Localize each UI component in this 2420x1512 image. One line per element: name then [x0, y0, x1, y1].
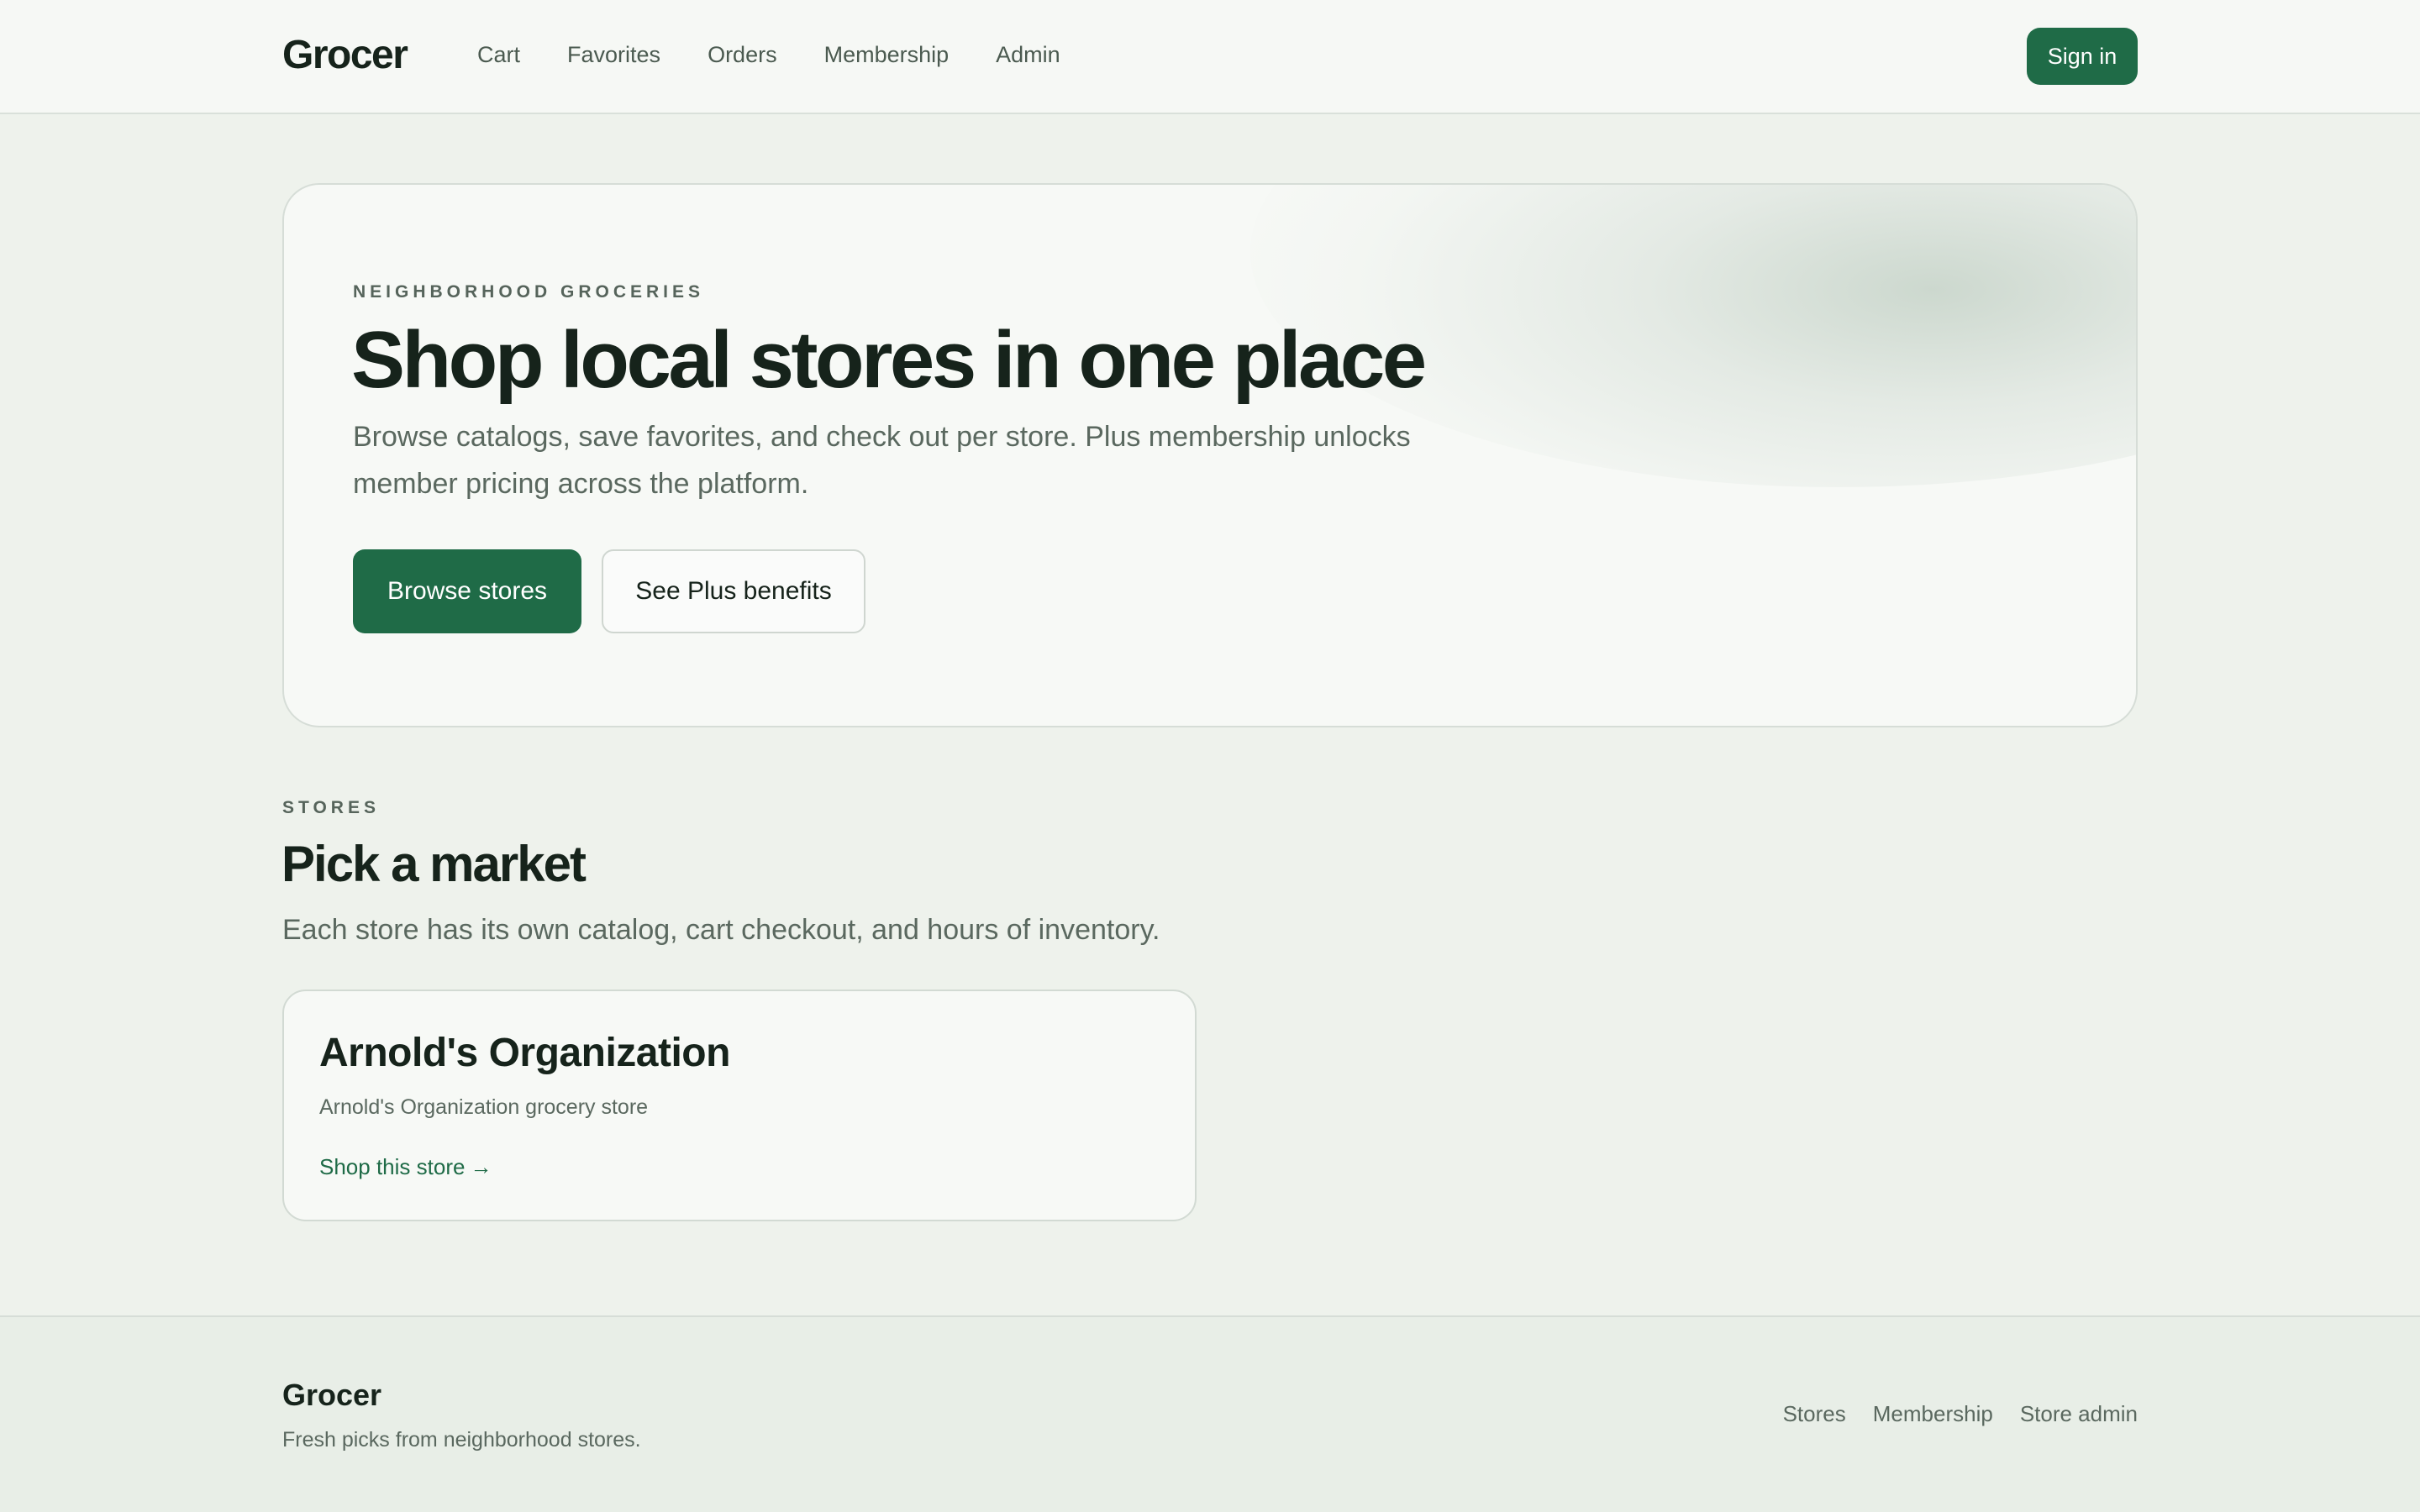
main-nav: Cart Favorites Orders Membership Admin	[477, 42, 1107, 68]
footer-link-membership[interactable]: Membership	[1873, 1401, 1993, 1427]
hero-card: NEIGHBORHOOD GROCERIES Shop local stores…	[282, 183, 2138, 727]
footer-tagline: Fresh picks from neighborhood stores.	[282, 1428, 641, 1452]
hero-title: Shop local stores in one place	[351, 315, 1427, 405]
brand-logo[interactable]: Grocer	[282, 32, 408, 78]
sign-in-button[interactable]: Sign in	[2027, 28, 2138, 85]
nav-link-membership[interactable]: Membership	[824, 42, 950, 68]
nav-link-orders[interactable]: Orders	[708, 42, 777, 68]
store-card-description: Arnold's Organization grocery store	[319, 1095, 649, 1119]
store-card-title: Arnold's Organization	[319, 1031, 730, 1075]
footer-link-stores[interactable]: Stores	[1783, 1401, 1846, 1427]
shop-this-store-link[interactable]: Shop this store →	[319, 1154, 492, 1180]
see-plus-benefits-button[interactable]: See Plus benefits	[602, 549, 865, 633]
browse-stores-button[interactable]: Browse stores	[353, 549, 581, 633]
hero-eyebrow: NEIGHBORHOOD GROCERIES	[353, 282, 705, 302]
top-nav-bar: Grocer Cart Favorites Orders Membership …	[0, 0, 2420, 114]
page-footer: Grocer Fresh picks from neighborhood sto…	[0, 1315, 2420, 1512]
shop-this-store-label: Shop this store	[319, 1154, 466, 1179]
nav-link-favorites[interactable]: Favorites	[567, 42, 660, 68]
hero-subtitle: Browse catalogs, save favorites, and che…	[353, 421, 1411, 500]
nav-link-admin[interactable]: Admin	[996, 42, 1060, 68]
store-card[interactable]: Arnold's Organization Arnold's Organizat…	[282, 990, 1197, 1221]
nav-link-cart[interactable]: Cart	[477, 42, 520, 68]
stores-title: Pick a market	[281, 836, 587, 892]
footer-link-store-admin[interactable]: Store admin	[2020, 1401, 2138, 1427]
stores-subtitle: Each store has its own catalog, cart che…	[282, 914, 1160, 946]
footer-nav: Stores Membership Store admin	[1756, 1401, 2138, 1427]
stores-eyebrow: STORES	[282, 798, 380, 817]
footer-brand: Grocer	[282, 1378, 382, 1412]
arrow-right-icon: →	[470, 1154, 492, 1179]
